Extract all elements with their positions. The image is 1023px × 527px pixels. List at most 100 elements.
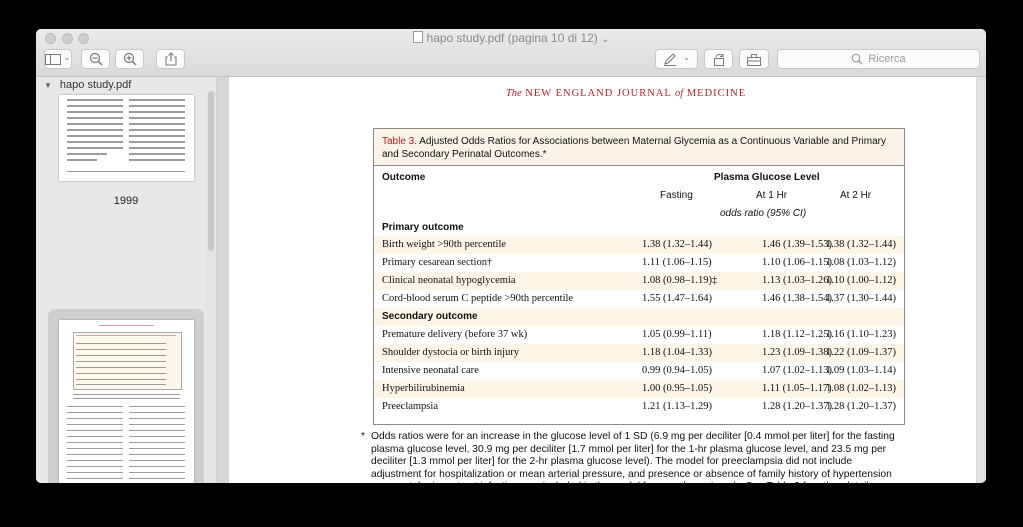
section-row: Secondary outcome	[374, 308, 904, 326]
sidebar-file-name: hapo study.pdf	[59, 79, 132, 91]
zoom-out-button[interactable]	[81, 49, 110, 69]
table-caption: Table 3. Adjusted Odds Ratios for Associ…	[374, 129, 904, 166]
table-row: Preeclampsia 1.21 (1.13–1.29) 1.28 (1.20…	[374, 398, 904, 416]
journal-header-name: NEW ENGLAND JOURNAL	[525, 88, 672, 99]
footnote-text: Odds ratios were for an increase in the …	[371, 431, 895, 483]
page-thumbnail-2000[interactable]	[59, 320, 194, 483]
thumbnail-sidebar: ▼ hapo study.pdf 1999	[36, 77, 217, 483]
row-fasting: 1.21 (1.13–1.29)	[642, 401, 712, 412]
col-header-outcome: Outcome	[382, 172, 426, 183]
zoom-in-icon	[123, 52, 137, 66]
pdf-file-icon	[412, 31, 423, 43]
table-row: Cord-blood serum C peptide >90th percent…	[374, 290, 904, 308]
row-outcome: Shoulder dystocia or birth injury	[382, 347, 520, 358]
row-2hr: 1.28 (1.20–1.37)	[826, 401, 896, 412]
sidebar-chevron-icon: ⌄	[63, 51, 71, 62]
journal-header-medicine: MEDICINE	[686, 88, 747, 99]
row-1hr: 1.46 (1.39–1.53)	[762, 239, 832, 250]
row-outcome: Primary cesarean section†	[382, 257, 493, 268]
row-2hr: 1.08 (1.03–1.12)	[826, 257, 896, 268]
sidebar-file-header[interactable]: ▼ hapo study.pdf	[44, 79, 131, 91]
row-1hr: 1.28 (1.20–1.37)	[762, 401, 832, 412]
row-outcome: Clinical neonatal hypoglycemia	[382, 275, 516, 286]
row-outcome: Cord-blood serum C peptide >90th percent…	[382, 293, 574, 304]
markup-chevron-icon: ⌄	[682, 51, 691, 62]
pen-icon	[663, 52, 676, 66]
section-primary-outcome: Primary outcome	[382, 222, 464, 233]
search-icon	[851, 53, 863, 65]
row-fasting: 1.18 (1.04–1.33)	[642, 347, 712, 358]
sidebar-scroll-thumb[interactable]	[208, 91, 214, 251]
table-row: Birth weight >90th percentile 1.38 (1.32…	[374, 236, 904, 254]
toolbox-icon	[747, 53, 761, 66]
row-1hr: 1.23 (1.09–1.38)	[762, 347, 832, 358]
row-2hr: 1.37 (1.30–1.44)	[826, 293, 896, 304]
row-1hr: 1.07 (1.02–1.13)	[762, 365, 832, 376]
sidebar-icon	[45, 53, 62, 65]
share-button[interactable]	[156, 49, 185, 69]
table-caption-text: Adjusted Odds Ratios for Associations be…	[382, 136, 886, 160]
row-fasting: 1.38 (1.32–1.44)	[642, 239, 712, 250]
table-row: Premature delivery (before 37 wk) 1.05 (…	[374, 326, 904, 344]
row-2hr: 1.09 (1.03–1.14)	[826, 365, 896, 376]
table-number: Table 3.	[382, 136, 418, 147]
journal-header: The NEW ENGLAND JOURNAL of MEDICINE	[229, 88, 976, 99]
table-row: Shoulder dystocia or birth injury 1.18 (…	[374, 344, 904, 362]
search-field[interactable]: Ricerca	[777, 49, 980, 69]
row-1hr: 1.11 (1.05–1.17)	[762, 383, 832, 394]
sidebar-toggle-button[interactable]: ⌄	[44, 49, 72, 69]
journal-header-the: The	[505, 88, 522, 99]
row-outcome: Preeclampsia	[382, 401, 438, 412]
row-fasting: 1.11 (1.06–1.15)	[642, 257, 712, 268]
journal-header-of: of	[675, 88, 684, 99]
section-secondary-outcome: Secondary outcome	[382, 311, 478, 322]
unit-label: odds ratio (95% CI)	[720, 208, 807, 219]
row-2hr: 1.38 (1.32–1.44)	[826, 239, 896, 250]
zoom-out-icon	[89, 52, 103, 66]
table-footnote: * Odds ratios were for an increase in th…	[361, 431, 901, 483]
row-1hr: 1.46 (1.38–1.54)	[762, 293, 832, 304]
pdf-page: The NEW ENGLAND JOURNAL of MEDICINE Tabl…	[229, 77, 976, 483]
row-2hr: 1.22 (1.09–1.37)	[826, 347, 896, 358]
row-1hr: 1.18 (1.12–1.25)	[762, 329, 832, 340]
row-fasting: 0.99 (0.94–1.05)	[642, 365, 712, 376]
title-bar: hapo study.pdf (pagina 10 di 12) ⌄ ⌄ ⌄ R…	[36, 29, 986, 77]
row-2hr: 1.08 (1.02–1.13)	[826, 383, 896, 394]
row-2hr: 1.10 (1.00–1.12)	[826, 275, 896, 286]
row-outcome: Hyperbilirubinemia	[382, 383, 465, 394]
disclosure-triangle-icon[interactable]: ▼	[44, 81, 52, 90]
row-outcome: Intensive neonatal care	[382, 365, 479, 376]
col-header-1hr: At 1 Hr	[756, 190, 788, 201]
odds-ratio-table: Table 3. Adjusted Odds Ratios for Associ…	[373, 128, 905, 425]
table-row: Hyperbilirubinemia 1.00 (0.95–1.05) 1.11…	[374, 380, 904, 398]
zoom-in-button[interactable]	[115, 49, 144, 69]
row-1hr: 1.13 (1.03–1.26)	[762, 275, 832, 286]
row-1hr: 1.10 (1.06–1.15)	[762, 257, 832, 268]
title-chevron-icon: ⌄	[601, 34, 610, 45]
col-header-fasting: Fasting	[660, 190, 693, 201]
row-2hr: 1.16 (1.10–1.23)	[826, 329, 896, 340]
markup-button[interactable]: ⌄	[655, 49, 698, 69]
col-header-plasma-glucose: Plasma Glucose Level	[714, 172, 820, 183]
row-fasting: 1.08 (0.98–1.19)‡	[642, 275, 718, 286]
page-thumbnail-1999[interactable]	[59, 95, 194, 181]
footnote-marker: *	[361, 431, 366, 442]
row-outcome: Birth weight >90th percentile	[382, 239, 507, 250]
search-placeholder: Ricerca	[868, 53, 906, 65]
row-fasting: 1.00 (0.95–1.05)	[642, 383, 712, 394]
row-fasting: 1.55 (1.47–1.64)	[642, 293, 712, 304]
col-header-2hr: At 2 Hr	[840, 190, 872, 201]
table-row: Clinical neonatal hypoglycemia 1.08 (0.9…	[374, 272, 904, 290]
share-icon	[164, 52, 177, 66]
document-scrollbar[interactable]	[977, 77, 986, 483]
rotate-button[interactable]	[704, 49, 733, 69]
document-title[interactable]: hapo study.pdf (pagina 10 di 12) ⌄	[36, 31, 986, 45]
toolbox-button[interactable]	[739, 49, 769, 69]
row-outcome: Premature delivery (before 37 wk)	[382, 329, 528, 340]
row-fasting: 1.05 (0.99–1.11)	[642, 329, 712, 340]
document-title-text: hapo study.pdf (pagina 10 di 12)	[426, 31, 598, 45]
document-view[interactable]: The NEW ENGLAND JOURNAL of MEDICINE Tabl…	[217, 77, 986, 483]
preview-window: hapo study.pdf (pagina 10 di 12) ⌄ ⌄ ⌄ R…	[36, 29, 986, 483]
page-label-1999: 1999	[113, 195, 139, 207]
table-row: Primary cesarean section† 1.11 (1.06–1.1…	[374, 254, 904, 272]
